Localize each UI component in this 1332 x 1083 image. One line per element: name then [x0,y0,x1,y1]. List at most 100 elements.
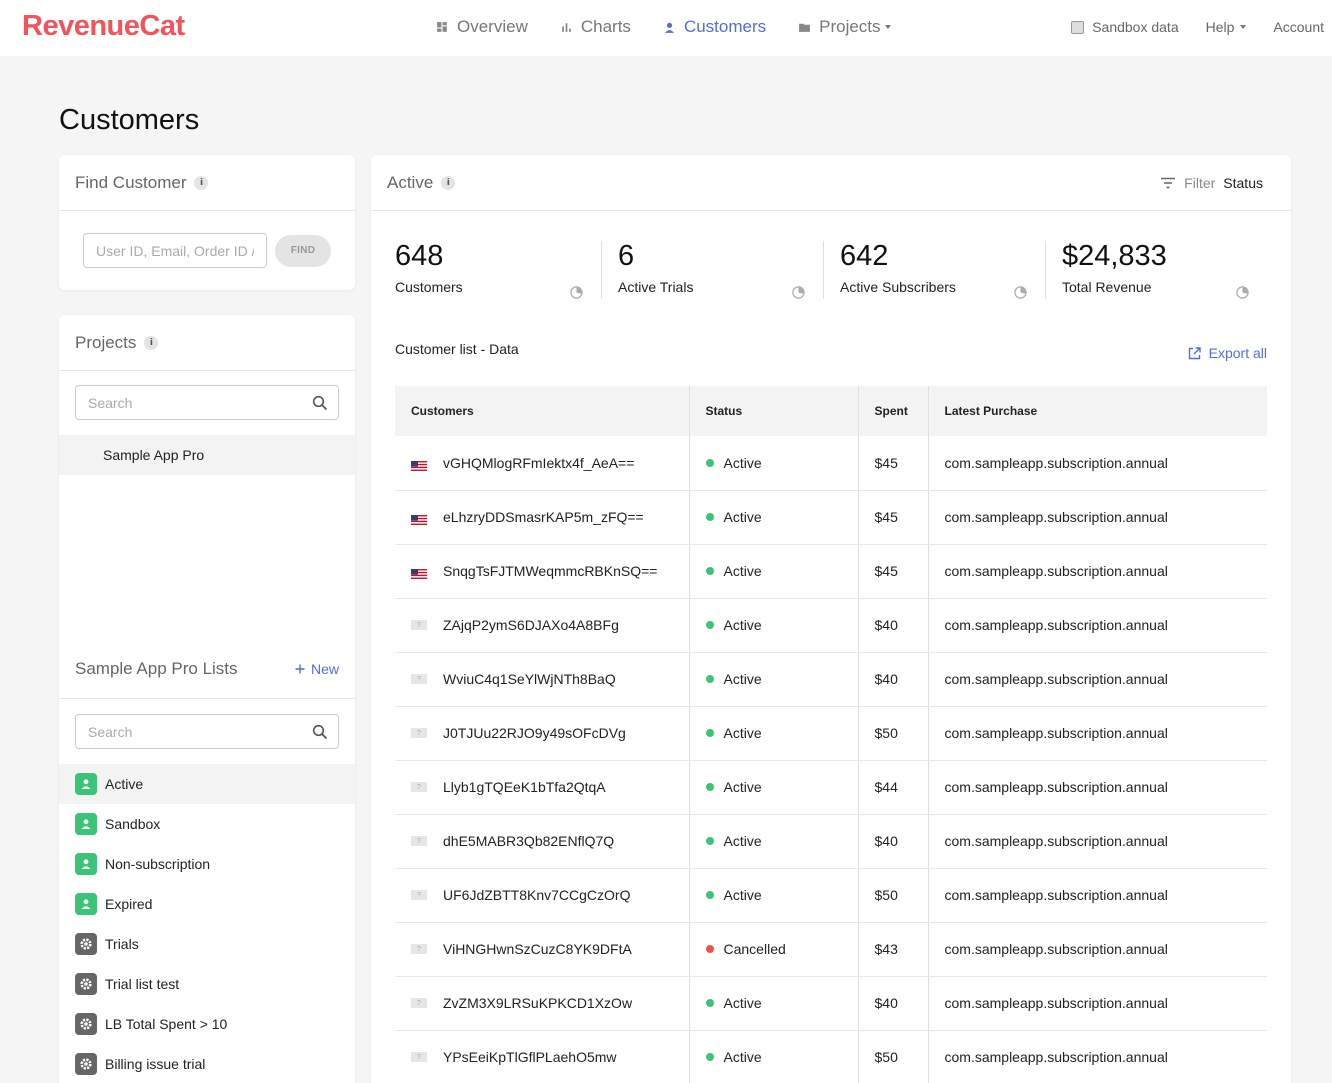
column-header-latest-purchase[interactable]: Latest Purchase [927,386,1267,436]
customer-id[interactable]: Llyb1gTQEeK1bTfa2QtqA [443,779,606,795]
chart-pie-icon[interactable] [1236,286,1249,299]
status-dot [705,837,714,846]
status-cell: Active [688,976,858,1031]
unknown-flag-icon: ? [411,674,427,684]
customer-id[interactable]: WviuC4q1SeYlWjNTh8BaQ [443,671,616,687]
projects-card: Projects i Sample App Pro Sample App Pro… [59,315,355,1083]
table-row[interactable]: ? ZvZM3X9LRSuKPKCD1XzOw Active $40 com.sampl… [395,976,1267,1031]
info-icon[interactable]: i [194,175,209,190]
table-row[interactable]: ? Llyb1gTQEeK1bTfa2QtqA Active $44 com.sampl… [395,760,1267,815]
filter-value[interactable]: Status [1223,175,1263,191]
project-item-sample-app-pro[interactable]: Sample App Pro [59,435,355,475]
table-row[interactable]: vGHQMlogRFmIektx4f_AeA== Active $45 com.sam… [395,436,1267,491]
customer-id[interactable]: ViHNGHwnSzCuzC8YK9DFtA [443,941,632,957]
table-row[interactable]: SnqgTsFJTMWeqmmcRBKnSQ== Active $45 com.sam… [395,544,1267,599]
list-item-label: LB Total Spent > 10 [105,1016,228,1032]
customer-id[interactable]: J0TJUu22RJO9y49sOFcDVg [443,725,626,741]
main-nav: Overview Charts Customers Projects [436,0,891,54]
customer-id[interactable]: UF6JdZBTT8Knv7CCgCzOrQ [443,887,630,903]
customer-id[interactable]: SnqgTsFJTMWeqmmcRBKnSQ== [443,563,657,579]
unknown-flag-icon: ? [411,890,427,900]
table-header-row: Customers Status Spent Latest Purchase [395,386,1267,436]
top-bar: RevenueCat Overview Charts Customers Pro… [0,0,1332,56]
customer-id[interactable]: dhE5MABR3Qb82ENflQ7Q [443,833,614,849]
find-customer-input[interactable] [83,233,267,268]
spent-cell: $50 [857,1030,928,1083]
nav-overview-label: Overview [457,17,528,36]
nav-customers[interactable]: Customers [663,17,766,37]
list-item[interactable]: Billing issue trial [59,1044,355,1083]
lists-search-input[interactable] [76,715,296,748]
customer-id[interactable]: eLhzryDDSmasrKAP5m_zFQ== [443,509,644,525]
spent-cell: $44 [857,760,928,815]
column-header-customers[interactable]: Customers [395,386,689,436]
table-row[interactable]: ? YPsEeiKpTlGflPLaehO5mw Active $50 com.samp… [395,1030,1267,1083]
sandbox-data-toggle[interactable]: Sandbox data [1071,19,1179,35]
list-item[interactable]: Expired [59,884,355,924]
help-label: Help [1205,19,1235,35]
table-row[interactable]: ? WviuC4q1SeYlWjNTh8BaQ Active $40 com.sampl… [395,652,1267,707]
export-all-button[interactable]: Export all [1188,345,1267,361]
customer-cell-content: ? J0TJUu22RJO9y49sOFcDVg [411,725,689,741]
status-dot [705,999,714,1008]
chart-pie-icon[interactable] [1014,286,1027,299]
unknown-flag-icon: ? [411,1052,427,1062]
account-menu[interactable]: Account [1273,19,1324,35]
projects-search-input[interactable] [76,386,296,419]
table-row[interactable]: ? UF6JdZBTT8Knv7CCgCzOrQ Active $50 com.samp… [395,868,1267,923]
customer-id[interactable]: ZvZM3X9LRSuKPKCD1XzOw [443,995,632,1011]
chart-pie-icon[interactable] [570,286,583,299]
customers-table-body: vGHQMlogRFmIektx4f_AeA== Active $45 com.sam… [395,436,1267,1083]
revenuecat-logo[interactable]: RevenueCat [22,10,185,43]
status-dot [705,783,714,792]
customers-table: Customers Status Spent Latest Purchase v… [395,386,1267,1083]
gear-icon [75,1053,97,1075]
folder-icon [799,23,811,32]
find-button[interactable]: FIND [275,234,331,267]
new-list-button[interactable]: New [295,661,339,677]
column-header-spent[interactable]: Spent [857,386,928,436]
spent-cell: $50 [857,706,928,761]
column-header-status[interactable]: Status [688,386,858,436]
latest-purchase-cell: com.sampleapp.subscription.annual [927,544,1267,599]
search-icon[interactable] [312,724,328,740]
list-item[interactable]: LB Total Spent > 10 [59,1004,355,1044]
customer-id[interactable]: YPsEeiKpTlGflPLaehO5mw [443,1049,617,1065]
status-cell: Active [688,1030,858,1083]
status-dot [705,891,714,900]
table-row[interactable]: eLhzryDDSmasrKAP5m_zFQ== Active $45 com.sam… [395,490,1267,545]
chart-pie-icon[interactable] [792,286,805,299]
spent-cell: $45 [857,490,928,545]
customer-id[interactable]: ZAjqP2ymS6DJAXo4A8BFg [443,617,619,633]
table-row[interactable]: ? ZAjqP2ymS6DJAXo4A8BFg Active $40 com.sampl… [395,598,1267,653]
nav-charts-label: Charts [580,17,631,36]
list-item[interactable]: Active [59,764,355,804]
help-menu[interactable]: Help [1206,19,1247,35]
sandbox-checkbox[interactable] [1071,20,1085,34]
unknown-flag-icon: ? [411,836,427,846]
status-cell: Active [688,544,858,599]
info-icon[interactable]: i [144,335,159,350]
search-icon[interactable] [312,395,328,411]
status-dot [705,567,714,576]
person-icon [75,813,97,835]
list-item-label: Expired [105,896,153,912]
table-row[interactable]: ? dhE5MABR3Qb82ENflQ7Q Active $40 com.sample… [395,814,1267,869]
nav-charts[interactable]: Charts [560,17,631,37]
list-item[interactable]: Trial list test [59,964,355,1004]
list-item[interactable]: Sandbox [59,804,355,844]
customer-cell-content: SnqgTsFJTMWeqmmcRBKnSQ== [411,563,689,579]
customer-id[interactable]: vGHQMlogRFmIektx4f_AeA== [443,455,634,471]
table-row[interactable]: ? ViHNGHwnSzCuzC8YK9DFtA Cancelled $43 com.s… [395,922,1267,977]
page-title: Customers [59,104,200,136]
find-customer-title: Find Customer [75,172,187,192]
info-icon[interactable]: i [441,175,456,190]
list-item[interactable]: Non-subscription [59,844,355,884]
filter-control[interactable]: Filter Status [1160,175,1263,191]
status-cell: Cancelled [688,922,858,977]
nav-projects[interactable]: Projects [798,17,891,37]
find-customer-card: Find Customer i FIND [59,155,355,290]
nav-overview[interactable]: Overview [436,17,528,37]
table-row[interactable]: ? J0TJUu22RJO9y49sOFcDVg Active $50 com.samp… [395,706,1267,761]
list-item[interactable]: Trials [59,924,355,964]
